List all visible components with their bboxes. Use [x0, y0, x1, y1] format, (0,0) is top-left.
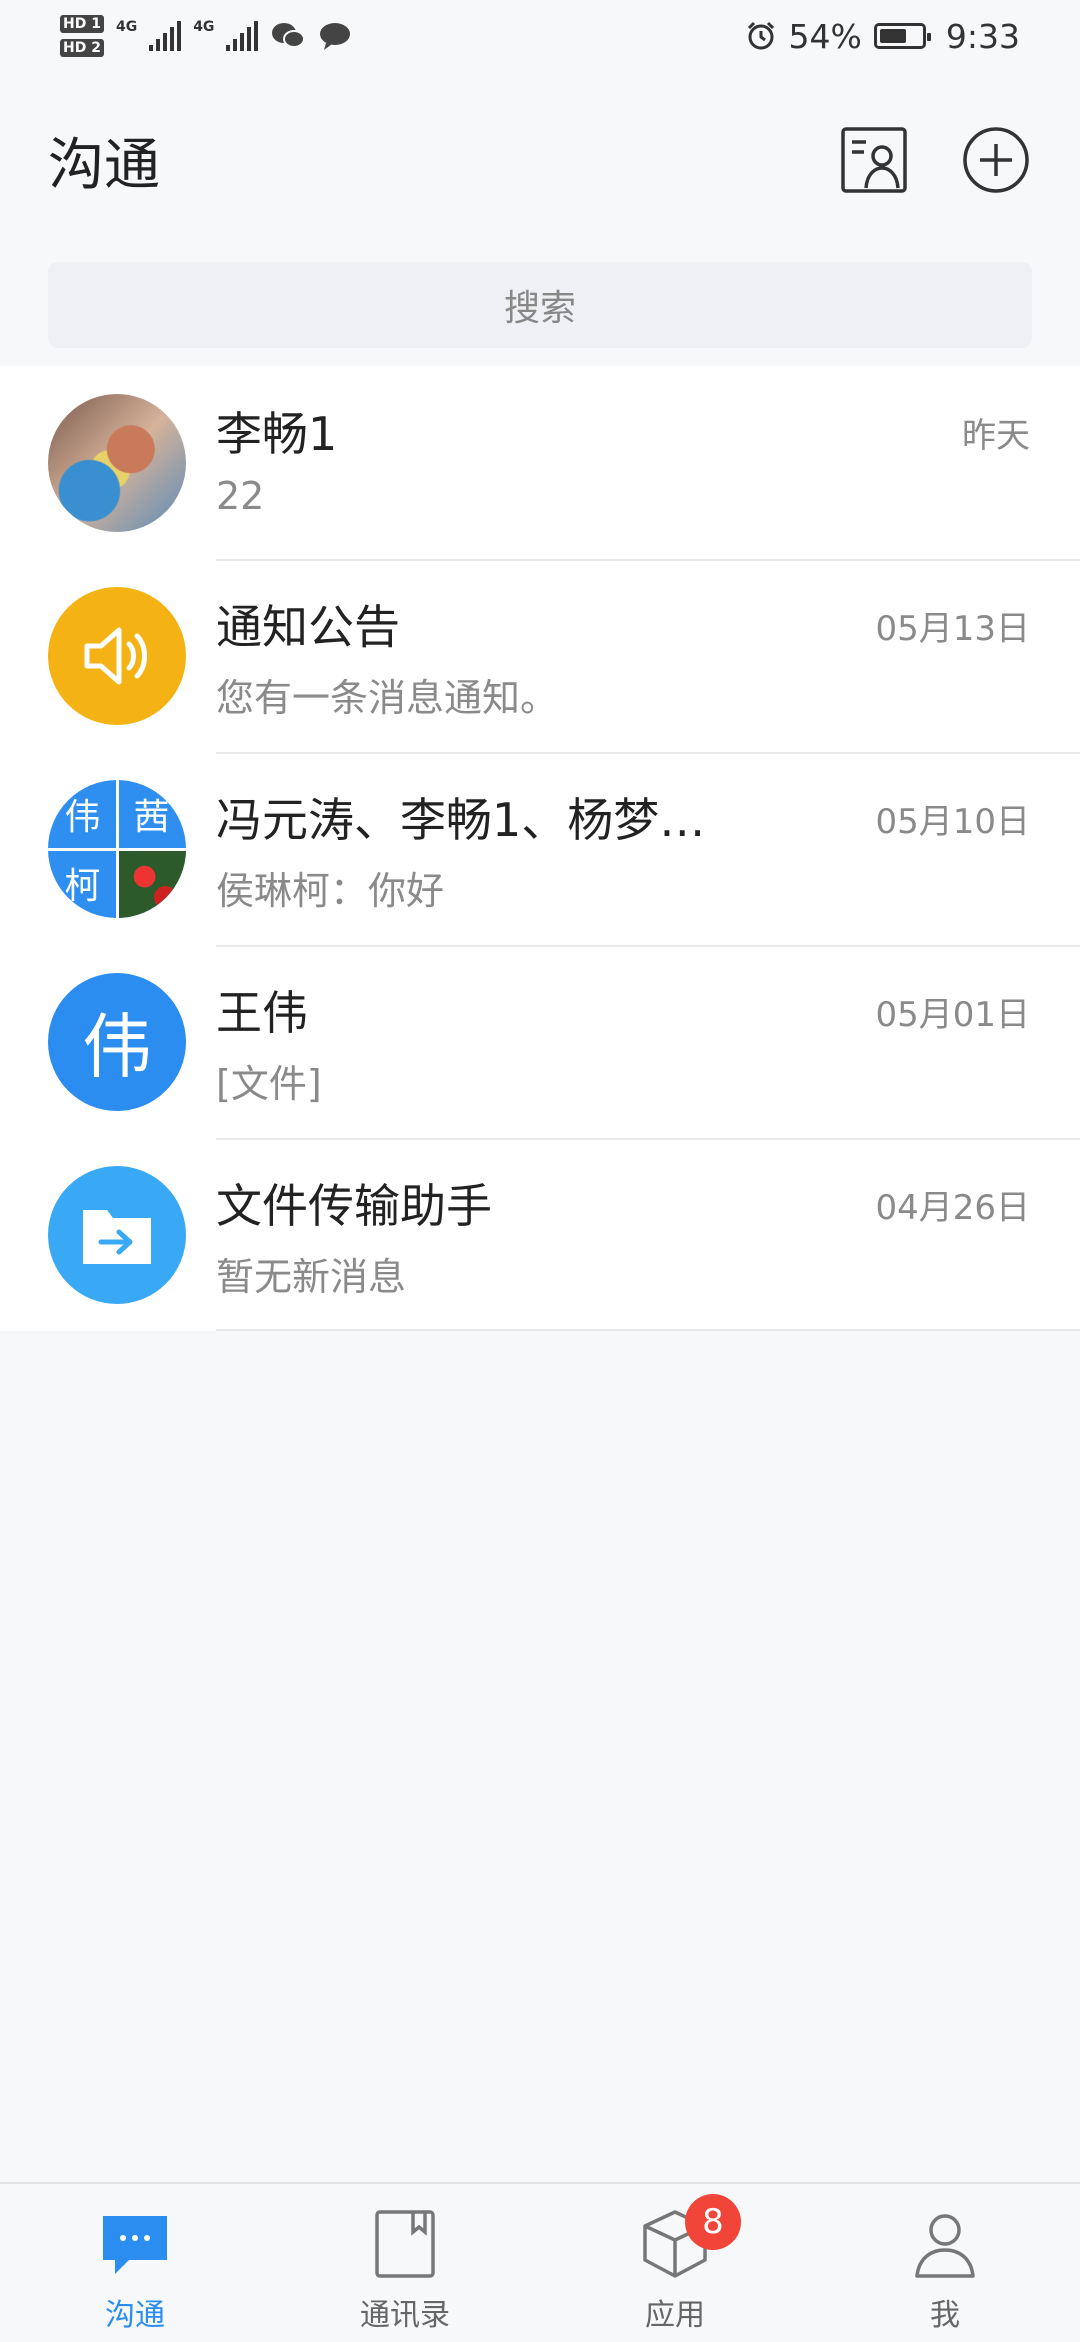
sim1-indicator: HD 1	[60, 15, 104, 33]
search-input[interactable]: 搜索	[48, 262, 1032, 348]
conversation-time: 05月13日	[875, 608, 1030, 649]
tab-apps[interactable]: 8 应用	[540, 2184, 810, 2342]
tab-label: 我	[930, 2298, 960, 2333]
conversation-preview: 暂无新消息	[216, 1254, 407, 1299]
group-avatar: 伟 茜 柯	[48, 779, 186, 918]
conversation-row[interactable]: 通知公告 您有一条消息通知。 05月13日	[0, 559, 1080, 752]
clock: 9:33	[945, 16, 1020, 56]
person-icon	[915, 2214, 975, 2278]
page-title: 沟通	[48, 132, 160, 198]
conversation-title: 文件传输助手	[216, 1178, 492, 1233]
conversation-time: 05月01日	[875, 994, 1030, 1035]
chat-bubble-icon	[103, 2216, 167, 2274]
tab-chat[interactable]: 沟通	[0, 2184, 270, 2342]
add-circle-icon	[963, 127, 1029, 193]
conversation-title: 通知公告	[216, 599, 400, 654]
search-placeholder: 搜索	[503, 288, 576, 329]
tab-label: 通讯录	[360, 2298, 450, 2333]
notification-badge: 8	[685, 2194, 741, 2250]
avatar-text: 伟	[82, 1006, 152, 1088]
conversation-row[interactable]: 伟 茜 柯 冯元涛、李畅1、杨梦… 侯琳柯：你好 05月10日	[0, 752, 1080, 945]
conversation-time: 04月26日	[875, 1187, 1030, 1228]
folder-arrow-icon	[83, 1209, 151, 1264]
tab-me[interactable]: 我	[810, 2184, 1080, 2342]
avatar: 伟	[48, 972, 186, 1111]
tab-label: 应用	[645, 2298, 705, 2333]
conversation-row[interactable]: 文件传输助手 暂无新消息 04月26日	[0, 1138, 1080, 1331]
avatar	[48, 586, 186, 725]
conversation-title: 冯元涛、李畅1、杨梦…	[216, 792, 706, 847]
conversation-title: 李畅1	[216, 406, 338, 461]
conversation-preview: 侯琳柯：你好	[216, 868, 445, 913]
conversation-title: 王伟	[216, 985, 308, 1040]
battery-percent: 54%	[788, 16, 862, 56]
network1-label: 4G	[115, 19, 138, 35]
sim2-indicator: HD 2	[60, 39, 104, 57]
app-header: 沟通	[0, 110, 1080, 210]
alarm-icon	[747, 21, 774, 50]
message-icon	[320, 23, 351, 50]
network2-label: 4G	[193, 19, 215, 35]
conversation-time: 昨天	[962, 415, 1030, 456]
conversation-row[interactable]: 李畅1 22 昨天	[0, 366, 1080, 559]
add-button[interactable]	[960, 124, 1032, 196]
conversation-row[interactable]: 伟 王伟 [文件] 05月01日	[0, 945, 1080, 1138]
battery-icon	[873, 23, 931, 49]
status-bar: HD 1 HD 2 4G 4G 54% 9:33	[0, 0, 1080, 72]
conversation-preview: [文件]	[216, 1061, 322, 1106]
group-avatar-char: 茜	[133, 797, 170, 838]
status-right: 54% 9:33	[745, 17, 1020, 56]
conversation-preview: 22	[216, 473, 265, 518]
group-avatar-photo	[117, 848, 186, 918]
group-avatar-char: 柯	[64, 866, 101, 907]
avatar	[48, 393, 186, 532]
conversation-list: 李畅1 22 昨天 通知公告 您有一条消息通知。 05月13日 伟 茜 柯 冯元…	[0, 366, 1080, 1331]
address-book-icon	[375, 2210, 435, 2278]
sim-indicators: HD 1 HD 2	[60, 15, 104, 57]
group-avatar-char: 伟	[64, 797, 101, 838]
wechat-icon	[272, 23, 306, 48]
contact-card-button[interactable]	[838, 124, 910, 196]
status-left: HD 1 HD 2 4G 4G	[60, 15, 352, 57]
speaker-icon	[84, 627, 147, 684]
avatar	[48, 1165, 186, 1304]
signal1-icon	[149, 21, 182, 51]
signal2-icon	[226, 21, 259, 51]
contact-card-icon	[841, 127, 907, 193]
conversation-time: 05月10日	[875, 801, 1030, 842]
bottom-tab-bar: 沟通 通讯录 8 应用 我	[0, 2182, 1080, 2342]
tab-label: 沟通	[105, 2298, 165, 2333]
tab-contacts[interactable]: 通讯录	[270, 2184, 540, 2342]
conversation-preview: 您有一条消息通知。	[216, 675, 559, 720]
